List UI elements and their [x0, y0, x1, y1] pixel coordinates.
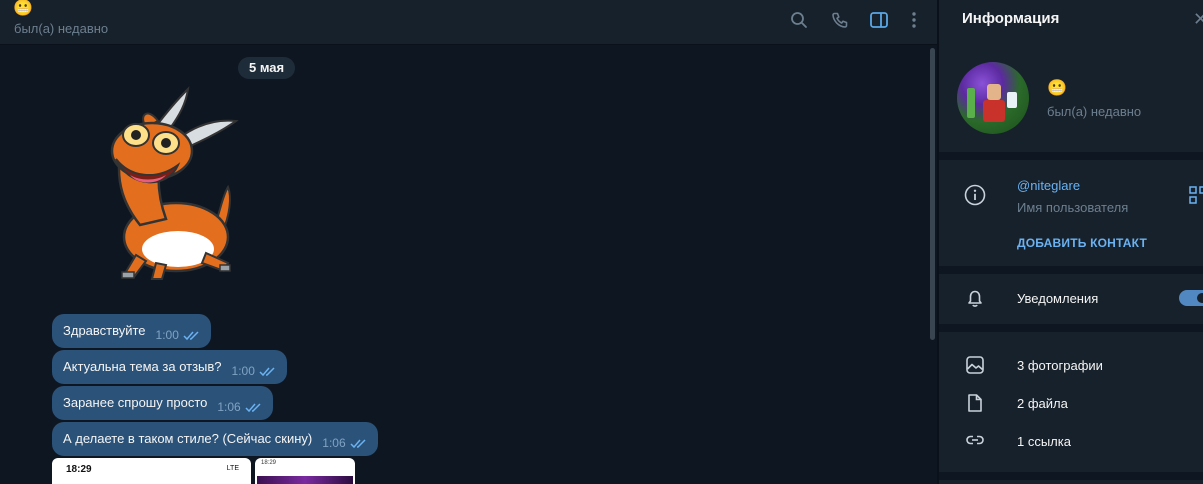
- bell-icon: [962, 285, 988, 311]
- image-attachment[interactable]: 18:29 LTE: [52, 458, 251, 484]
- username[interactable]: @niteglare: [1017, 178, 1080, 193]
- date-separator: 5 мая: [238, 57, 296, 79]
- more-button[interactable]: [901, 8, 927, 32]
- message-text: Здравствуйте: [63, 323, 146, 338]
- section-divider: [939, 324, 1203, 332]
- links-link[interactable]: 1 ссылка: [1017, 434, 1071, 449]
- message-bubble[interactable]: А делаете в таком стиле? (Сейчас скину) 1…: [52, 422, 378, 456]
- chat-title[interactable]: 😬: [13, 0, 33, 18]
- goat-sticker[interactable]: [96, 85, 244, 280]
- profile-status: был(а) недавно: [1047, 104, 1142, 119]
- read-ticks-icon: [245, 392, 263, 426]
- attachment-phone-network: LTE: [226, 465, 239, 472]
- message-time: 1:00: [155, 328, 179, 342]
- add-contact-button[interactable]: ДОБАВИТЬ КОНТАКТ: [1017, 236, 1147, 250]
- read-ticks-icon: [183, 320, 201, 354]
- section-divider: [939, 152, 1203, 160]
- phone-icon: [832, 12, 848, 28]
- avatar[interactable]: [957, 62, 1029, 134]
- message-bubble[interactable]: Актуальна тема за отзыв? 1:00: [52, 350, 287, 384]
- photos-link[interactable]: 3 фотографии: [1017, 358, 1103, 373]
- sidebar-toggle-icon: [870, 12, 888, 28]
- file-icon: [962, 390, 988, 416]
- chat-area: 😬 был(а) недавно 5 мая Здравствуйте 1:00…: [0, 0, 937, 484]
- attachment-image-content: [257, 476, 353, 484]
- section-divider: [939, 266, 1203, 274]
- message-text: Заранее спрошу просто: [63, 395, 208, 410]
- message-bubble[interactable]: Здравствуйте 1:00: [52, 314, 211, 348]
- message-time: 1:06: [322, 436, 346, 450]
- search-icon: [791, 12, 807, 28]
- attachment-phone-time: 18:29: [261, 460, 277, 466]
- message-bubble[interactable]: Заранее спрошу просто 1:06: [52, 386, 273, 420]
- info-panel: Информация ✕ 😬 был(а) недавно @niteglare…: [939, 0, 1203, 484]
- message-list[interactable]: 5 мая Здравствуйте 1:00 Актуальна тема з…: [0, 45, 930, 484]
- attachment-phone-time: 18:29: [66, 464, 92, 475]
- chat-header[interactable]: 😬 был(а) недавно: [0, 0, 937, 45]
- chat-scrollbar[interactable]: [930, 48, 935, 340]
- call-button[interactable]: [827, 8, 853, 32]
- notifications-toggle[interactable]: [1179, 290, 1203, 306]
- notifications-label: Уведомления: [1017, 291, 1099, 306]
- read-ticks-icon: [259, 356, 277, 390]
- info-icon: [962, 182, 988, 208]
- image-attachment[interactable]: 18:29: [255, 458, 355, 484]
- info-panel-title: Информация: [962, 10, 1060, 27]
- message-text: Актуальна тема за отзыв?: [63, 359, 222, 374]
- close-icon[interactable]: ✕: [1193, 9, 1203, 30]
- message-time: 1:06: [217, 400, 241, 414]
- message-text: А делаете в таком стиле? (Сейчас скину): [63, 431, 313, 446]
- search-button[interactable]: [786, 8, 812, 32]
- link-icon: [962, 427, 988, 453]
- more-vertical-icon: [912, 12, 916, 28]
- username-caption: Имя пользователя: [1017, 200, 1129, 215]
- toggle-sidebar-button[interactable]: [866, 8, 892, 32]
- read-ticks-icon: [350, 428, 368, 462]
- section-divider: [939, 472, 1203, 480]
- message-time: 1:00: [231, 364, 255, 378]
- chat-status: был(а) недавно: [14, 21, 109, 36]
- qr-code-icon[interactable]: [1189, 186, 1203, 204]
- files-link[interactable]: 2 файла: [1017, 396, 1068, 411]
- photo-icon: [962, 352, 988, 378]
- profile-name: 😬: [1047, 80, 1067, 97]
